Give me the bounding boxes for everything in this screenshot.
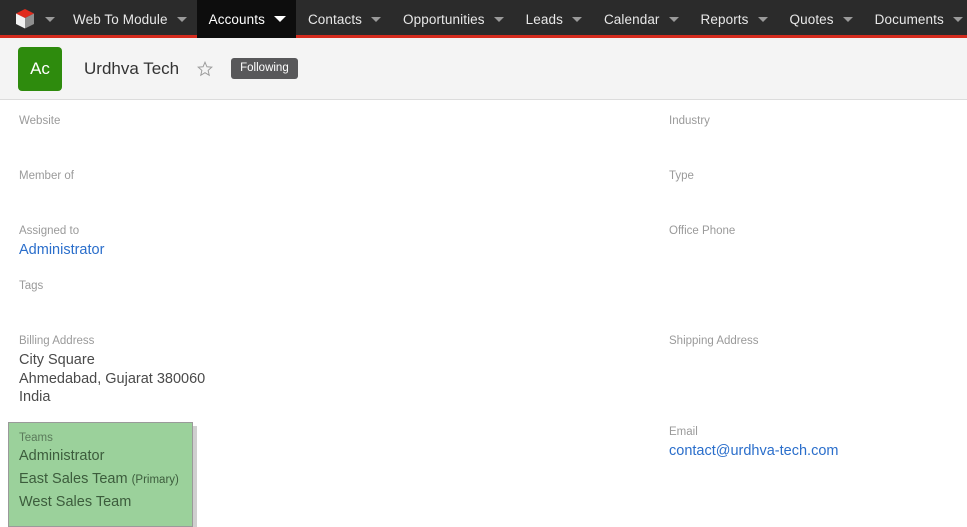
chevron-down-icon[interactable] bbox=[273, 16, 286, 22]
nav-item-label: Contacts bbox=[307, 11, 363, 27]
record-header: Ac Urdhva Tech Following bbox=[0, 38, 967, 100]
nav-item-opportunities[interactable]: Opportunities bbox=[391, 0, 514, 38]
nav-item-web-to-module[interactable]: Web To Module bbox=[61, 0, 197, 38]
field-label: Billing Address bbox=[19, 335, 95, 347]
field-label: Tags bbox=[19, 280, 44, 292]
chevron-down-icon[interactable] bbox=[176, 16, 187, 22]
field-email: Email contact@urdhva-tech.com bbox=[669, 425, 838, 461]
avatar: Ac bbox=[18, 46, 62, 91]
field-type: Type bbox=[669, 169, 694, 186]
nav-item-label: Opportunities bbox=[403, 11, 485, 27]
nav-item-contacts[interactable]: Contacts bbox=[296, 0, 391, 38]
nav-item-quotes[interactable]: Quotes bbox=[778, 0, 863, 38]
nav-item-documents[interactable]: Documents bbox=[863, 0, 967, 38]
field-label: Website bbox=[19, 115, 61, 127]
field-member-of: Member of bbox=[19, 169, 74, 186]
nav-item-label: Documents bbox=[874, 11, 944, 27]
field-office-phone: Office Phone bbox=[669, 224, 735, 241]
team-list-item[interactable]: East Sales Team (Primary) bbox=[19, 468, 182, 491]
field-label: Email bbox=[669, 426, 698, 438]
nav-item-label: Leads bbox=[525, 11, 563, 27]
field-label: Office Phone bbox=[669, 225, 736, 237]
nav-item-accounts[interactable]: Accounts bbox=[196, 0, 296, 38]
nav-item-leads[interactable]: Leads bbox=[514, 0, 592, 38]
page-title: Urdhva Tech bbox=[84, 58, 180, 78]
field-industry: Industry bbox=[669, 114, 710, 131]
nav-item-reports[interactable]: Reports bbox=[689, 0, 778, 38]
nav-item-calendar[interactable]: Calendar bbox=[592, 0, 689, 38]
chevron-down-icon[interactable] bbox=[842, 16, 853, 22]
nav-item-label: Calendar bbox=[603, 11, 660, 27]
teams-highlight-panel: Teams Administrator East Sales Team (Pri… bbox=[8, 422, 193, 527]
field-label-teams: Teams bbox=[19, 432, 53, 444]
field-label: Shipping Address bbox=[669, 335, 759, 347]
team-list-item[interactable]: West Sales Team bbox=[19, 491, 182, 514]
team-name: Administrator bbox=[19, 448, 105, 464]
logo-home-button[interactable] bbox=[0, 0, 61, 38]
chevron-down-icon[interactable] bbox=[371, 16, 382, 22]
field-value: City Square Ahmedabad, Gujarat 380060 In… bbox=[19, 352, 206, 405]
chevron-down-icon[interactable] bbox=[493, 16, 504, 22]
chevron-down-icon[interactable] bbox=[571, 16, 582, 22]
nav-item-label: Web To Module bbox=[73, 11, 168, 27]
field-assigned-to: Assigned to Administrator bbox=[19, 224, 104, 260]
field-billing-address: Billing Address City Square Ahmedabad, G… bbox=[19, 334, 205, 407]
star-outline-icon[interactable] bbox=[197, 60, 214, 77]
field-website: Website bbox=[19, 114, 60, 131]
logo-caret-down-icon[interactable] bbox=[45, 16, 55, 22]
field-label: Assigned to bbox=[19, 225, 80, 237]
team-name: West Sales Team bbox=[19, 494, 132, 510]
chevron-down-icon[interactable] bbox=[668, 16, 679, 22]
team-list-item[interactable]: Administrator bbox=[19, 445, 182, 468]
field-tags: Tags bbox=[19, 279, 43, 296]
field-label: Type bbox=[669, 170, 694, 182]
cube-logo-icon bbox=[14, 8, 36, 30]
field-label: Industry bbox=[669, 115, 710, 127]
nav-item-label: Accounts bbox=[208, 11, 265, 27]
field-label: Member of bbox=[19, 170, 74, 182]
chevron-down-icon[interactable] bbox=[952, 16, 963, 22]
team-primary-tag: (Primary) bbox=[131, 474, 179, 486]
top-navbar: Web To Module Accounts Contacts Opportun… bbox=[0, 0, 967, 38]
field-shipping-address: Shipping Address bbox=[669, 334, 759, 351]
follow-toggle-button[interactable]: Following bbox=[231, 58, 298, 79]
chevron-down-icon[interactable] bbox=[757, 16, 768, 22]
email-link[interactable]: contact@urdhva-tech.com bbox=[669, 442, 838, 461]
nav-item-label: Quotes bbox=[789, 11, 834, 27]
assigned-to-link[interactable]: Administrator bbox=[19, 241, 104, 260]
nav-item-label: Reports bbox=[700, 11, 749, 27]
team-name: East Sales Team bbox=[19, 471, 128, 487]
